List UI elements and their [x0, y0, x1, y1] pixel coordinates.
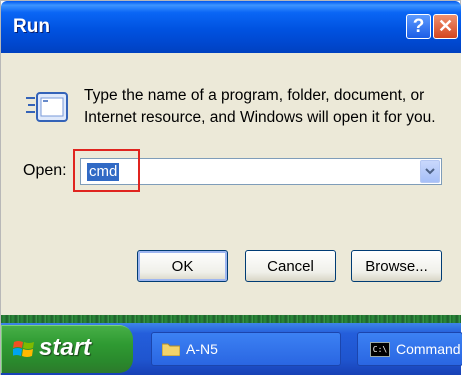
title-bar[interactable]: Run ? ✕	[1, 1, 461, 53]
ok-button[interactable]: OK	[137, 250, 228, 282]
folder-icon	[162, 343, 180, 356]
taskbar-item-label: Command	[396, 341, 461, 357]
cancel-button[interactable]: Cancel	[245, 250, 336, 282]
description-line-1: Type the name of a program, folder, docu…	[84, 87, 425, 104]
taskbar-item-a-n5[interactable]: A-N5	[151, 332, 341, 366]
help-icon: ?	[412, 15, 425, 37]
taskbar-item-label: A-N5	[186, 341, 218, 357]
start-button[interactable]: start	[1, 325, 133, 373]
chevron-down-icon	[425, 168, 435, 175]
taskbar-edge	[1, 315, 461, 323]
help-button[interactable]: ?	[406, 14, 431, 39]
annotation-highlight-box	[73, 149, 140, 192]
close-icon: ✕	[437, 16, 454, 36]
open-label: Open:	[23, 162, 67, 179]
taskbar: start A-N5 C:\ Command	[1, 323, 462, 375]
description-line-2: Internet resource, and Windows will open…	[84, 109, 436, 126]
run-prompt-icon	[26, 92, 68, 122]
close-button[interactable]: ✕	[433, 14, 458, 39]
taskbar-item-command[interactable]: C:\ Command	[357, 332, 462, 366]
browse-button[interactable]: Browse...	[351, 250, 442, 282]
run-description: Type the name of a program, folder, docu…	[84, 85, 444, 129]
start-label: start	[39, 334, 92, 361]
command-prompt-icon: C:\	[370, 341, 390, 357]
window-title: Run	[13, 16, 50, 37]
windows-flag-icon	[13, 341, 34, 357]
open-dropdown-button[interactable]	[420, 160, 440, 183]
